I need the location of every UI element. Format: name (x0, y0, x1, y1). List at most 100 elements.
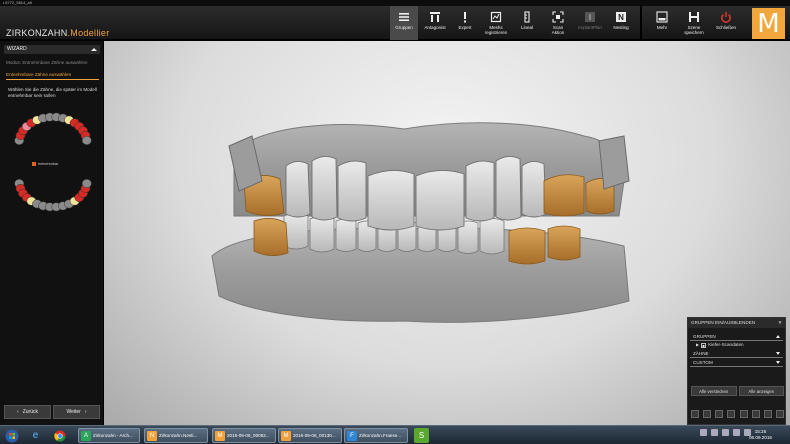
task-label: Zirkonzahn - Arch... (93, 433, 133, 438)
system-clock[interactable]: 15:25 06.09.2016 (749, 429, 772, 441)
wizard-header[interactable]: WIZARD (4, 45, 100, 54)
group-item-kiefer[interactable]: ▶ ■ Kiefer-Scandaten (690, 341, 783, 349)
tool-nesting[interactable]: N Nesting (607, 6, 635, 40)
custom-section-label: CUSTOM (693, 360, 713, 365)
tool-label: ImplantPlan (578, 25, 602, 30)
exclamation-icon (459, 11, 471, 23)
tray-flag-icon[interactable] (700, 429, 707, 436)
legend-label: entnehmbar (38, 162, 59, 166)
custom-section[interactable]: CUSTOM (690, 358, 783, 367)
tool-label: Antagonist (424, 25, 446, 30)
groups-section[interactable]: GRUPPEN (690, 332, 783, 341)
group-item-label: Kiefer-Scandaten (708, 342, 744, 347)
back-button[interactable]: ‹ Zurück (4, 405, 51, 419)
next-button-label: Weiter (66, 409, 81, 415)
task-label: Zirkonzahn.Nesti... (159, 433, 198, 438)
task-item[interactable]: F Zirkonzahn.Fraese... (344, 428, 408, 443)
tool-label: Expert (458, 25, 472, 30)
group-buttons: Alle verstecken Alle anzeigen (691, 386, 784, 396)
tray-volume-icon[interactable] (733, 429, 740, 436)
wizard-current-step[interactable]: Entnehmbare Zähne auswählen (6, 72, 99, 80)
brand-secondary: .Modellier (67, 28, 110, 38)
menu-icon (398, 11, 410, 23)
tool-label: Szene speichern (684, 25, 704, 35)
group-item-checkbox[interactable]: ■ (701, 342, 707, 348)
view-back-icon[interactable] (751, 410, 760, 418)
hide-all-button[interactable]: Alle verstecken (691, 386, 737, 396)
app-icon: A (81, 430, 91, 441)
view-top-icon[interactable] (727, 410, 736, 418)
view-front-icon[interactable] (703, 410, 712, 418)
wizard-panel: WIZARD Modus: Entnehmbare Zähne auswähle… (0, 41, 104, 425)
chrome-icon[interactable] (52, 428, 67, 443)
chevron-left-icon: ‹ (17, 409, 19, 415)
back-button-label: Zurück (22, 409, 38, 415)
tool-lineal[interactable]: Lineal (514, 6, 540, 40)
app-logo[interactable]: M (752, 8, 785, 39)
tool-mehr[interactable]: Mehr (648, 6, 676, 40)
wizard-header-label: WIZARD (7, 46, 27, 52)
view-right-icon[interactable] (715, 410, 724, 418)
task-item[interactable]: A Zirkonzahn - Arch... (78, 428, 140, 443)
task-label: Zirkonzahn.Fraese... (359, 433, 402, 438)
app-icon: N (147, 430, 157, 441)
tray-network-icon[interactable] (711, 429, 718, 436)
collapse-icon[interactable] (91, 48, 97, 51)
start-button[interactable] (4, 428, 19, 443)
ie-icon[interactable]: e (28, 428, 43, 443)
groups-header: GRUPPEN EIN/AUSBLENDEN ✕ (688, 318, 785, 328)
save-icon (688, 11, 700, 23)
more-icon (656, 11, 668, 23)
wizard-mode-step[interactable]: Modus: Entnehmbare Zähne auswählen (6, 60, 87, 65)
antagonist-icon (429, 11, 441, 23)
teeth-section[interactable]: ZÄHNE (690, 349, 783, 358)
implant-icon (584, 11, 596, 23)
groups-panel: GRUPPEN EIN/AUSBLENDEN ✕ GRUPPEN ▶ ■ Kie… (687, 317, 786, 425)
chevron-right-icon: › (84, 409, 87, 415)
teeth-section-label: ZÄHNE (693, 351, 709, 356)
view-left-icon[interactable] (691, 410, 699, 418)
expand-arrow-icon[interactable]: ▶ (696, 341, 699, 349)
green-app-icon[interactable]: S (414, 428, 429, 443)
tool-expert[interactable]: Expert (452, 6, 478, 40)
tooth[interactable] (81, 136, 92, 145)
tool-label: Mehr (656, 25, 668, 30)
task-item[interactable]: M 2016-09-06_00082... (212, 428, 276, 443)
view-extra-icon[interactable] (763, 410, 772, 418)
wizard-nav: ‹ Zurück Weiter › (4, 405, 100, 419)
view-bottom-icon[interactable] (739, 410, 748, 418)
add-view-icon[interactable] (775, 410, 784, 418)
tray-shield-icon[interactable] (722, 429, 729, 436)
app-icon: F (347, 430, 357, 441)
tool-scan-aktion[interactable]: Scan Aktion (543, 6, 573, 40)
system-tray (700, 429, 751, 436)
power-icon (720, 11, 732, 23)
windows-logo-icon (5, 429, 18, 442)
legend-swatch (32, 162, 36, 166)
tool-gruppen[interactable]: Gruppen (390, 6, 418, 40)
mesh-register-icon (490, 11, 502, 23)
ruler-icon (521, 11, 533, 23)
scan-icon (552, 11, 564, 23)
nesting-icon: N (615, 11, 627, 23)
tool-antagonist[interactable]: Antagonist (420, 6, 450, 40)
groups-header-label: GRUPPEN EIN/AUSBLENDEN (691, 320, 756, 325)
tooth-chart[interactable] (10, 103, 96, 233)
tool-mesh-register[interactable]: Meshs registrieren (480, 6, 512, 40)
tool-implantplan[interactable]: ImplantPlan (575, 6, 605, 40)
task-label: 2016-09-06_00082... (227, 433, 270, 438)
tool-szene-speichern[interactable]: Szene speichern (680, 6, 708, 40)
show-all-button[interactable]: Alle anzeigen (738, 386, 784, 396)
app-icon: M (215, 430, 225, 441)
tool-label: Gruppen (395, 25, 413, 30)
task-item[interactable]: M 2016-09-06_00130... (278, 428, 342, 443)
task-item[interactable]: N Zirkonzahn.Nesti... (144, 428, 208, 443)
tool-label: Meshs registrieren (484, 25, 508, 35)
next-button[interactable]: Weiter › (53, 405, 100, 419)
tool-schliessen[interactable]: Schließen (712, 6, 740, 40)
close-icon[interactable]: ✕ (778, 318, 782, 328)
app-icon: M (281, 430, 291, 441)
tooth[interactable] (81, 179, 92, 188)
tool-label: Lineal (520, 25, 533, 30)
chevron-down-icon (776, 361, 780, 364)
